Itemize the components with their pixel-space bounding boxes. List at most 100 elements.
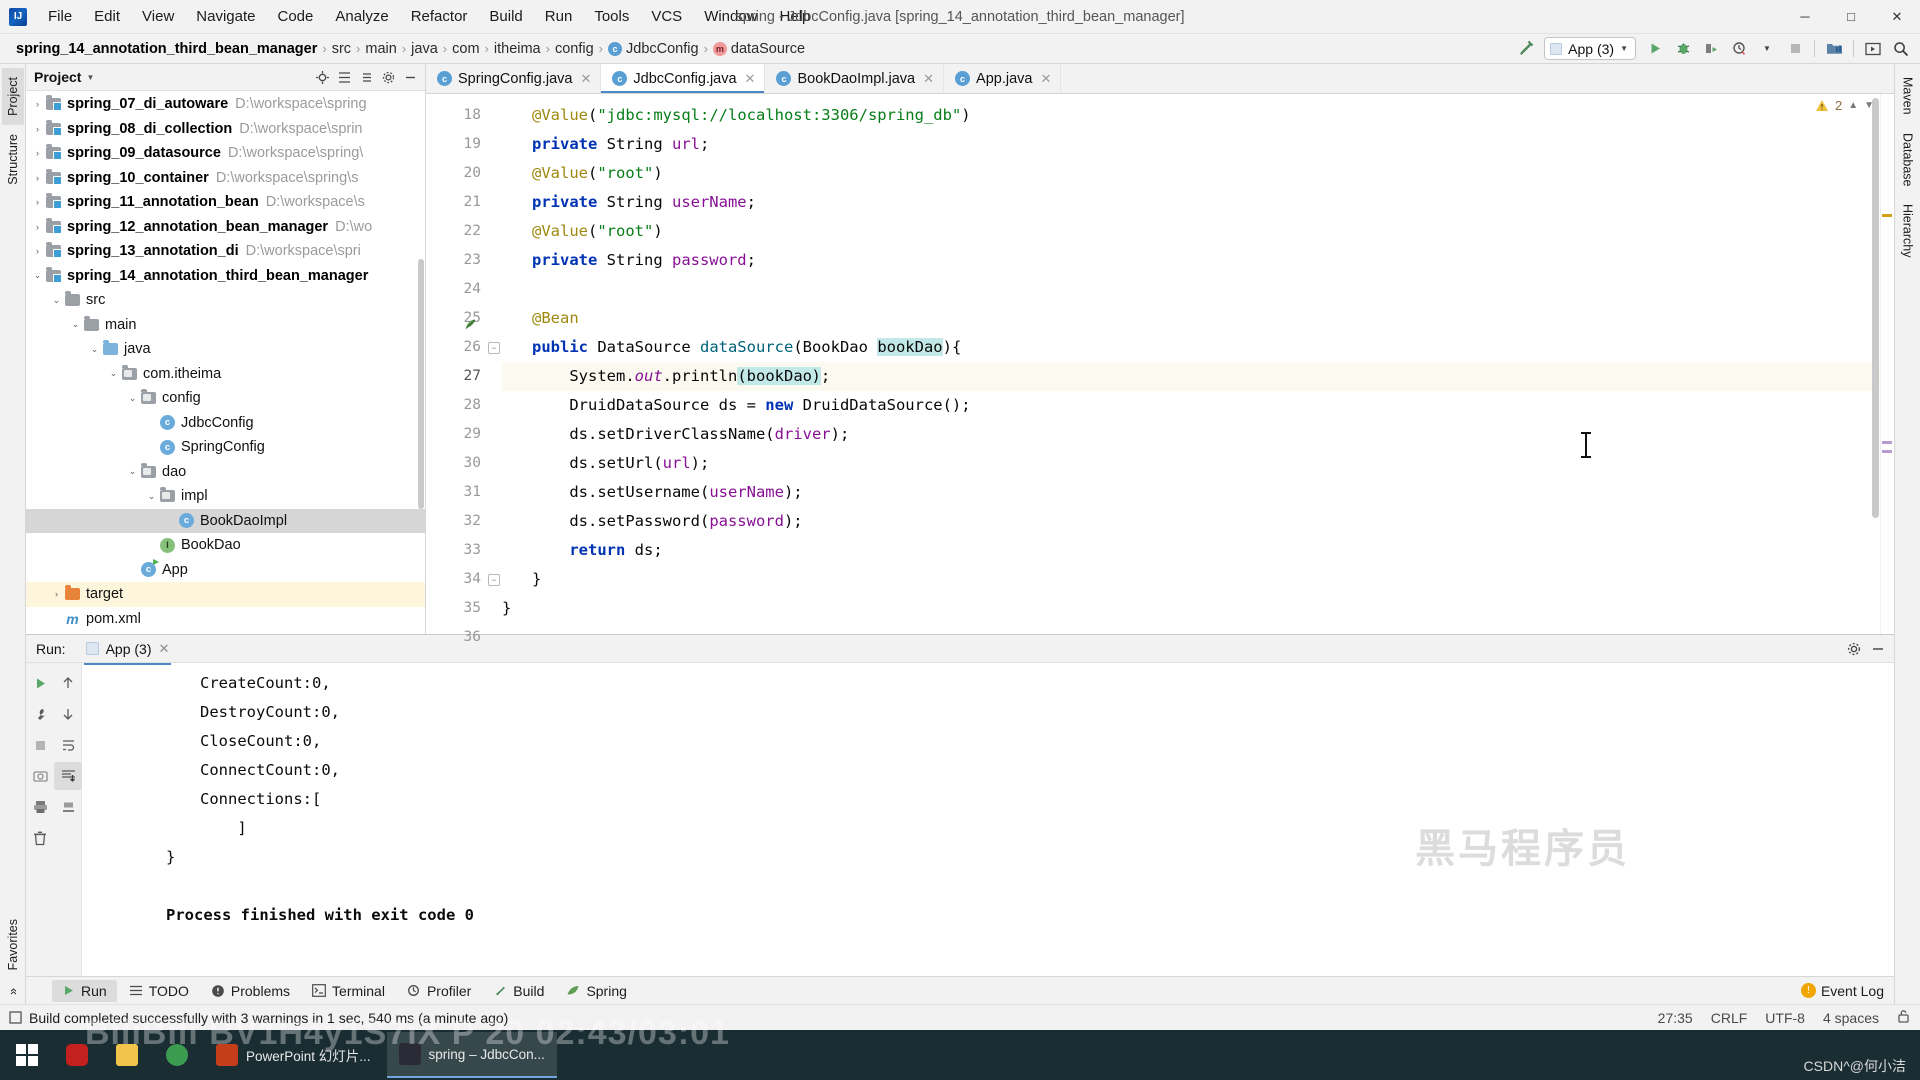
line-number-20[interactable]: 20 xyxy=(426,159,488,188)
chevron-down-icon[interactable]: ⌄ xyxy=(30,270,45,281)
hide-panel-icon[interactable] xyxy=(400,67,421,88)
line-number-29[interactable]: 29 xyxy=(426,420,488,449)
bottom-tool-spring[interactable]: Spring xyxy=(556,980,636,1002)
code-line-21[interactable]: private String userName; xyxy=(502,188,1880,217)
console-output[interactable]: CreateCount:0, DestroyCount:0, CloseCount:… xyxy=(82,663,1894,976)
stop-button[interactable] xyxy=(1782,37,1808,61)
close-icon[interactable]: ✕ xyxy=(1040,71,1051,87)
sidebar-tab-project[interactable]: Project xyxy=(1,68,24,125)
code-line-34[interactable]: } xyxy=(502,565,1880,594)
run-button[interactable] xyxy=(1642,37,1668,61)
line-number-34[interactable]: 34 xyxy=(426,565,488,594)
chevron-up-icon[interactable]: ▲ xyxy=(1848,100,1858,111)
tree-node-pom-xml[interactable]: m pom.xml xyxy=(26,607,425,632)
chevron-right-icon[interactable]: › xyxy=(30,173,45,183)
close-icon[interactable]: ✕ xyxy=(923,71,934,87)
profile-button[interactable] xyxy=(1726,37,1752,61)
chevron-right-icon[interactable]: › xyxy=(49,589,64,599)
taskbar-item-explorer[interactable] xyxy=(104,1032,150,1078)
minimize-button[interactable]: ─ xyxy=(1782,0,1828,34)
line-number-25[interactable]: 25 xyxy=(426,304,488,333)
menu-run[interactable]: Run xyxy=(534,5,584,28)
chevron-down-icon[interactable]: ⌄ xyxy=(68,319,83,330)
line-number-26[interactable]: 26 xyxy=(426,333,488,362)
line-number-22[interactable]: 22 xyxy=(426,217,488,246)
project-tree-scrollbar[interactable] xyxy=(418,259,424,509)
marker-usage[interactable] xyxy=(1882,441,1892,444)
tree-node-main[interactable]: ⌄ main xyxy=(26,313,425,338)
scroll-to-end-button[interactable] xyxy=(54,762,82,790)
debug-button[interactable] xyxy=(1670,37,1696,61)
bean-gutter-icon[interactable] xyxy=(464,312,477,329)
taskbar-item-powerpoint[interactable]: PowerPoint 幻灯片... xyxy=(204,1032,383,1078)
delete-button[interactable] xyxy=(26,824,54,852)
line-number-21[interactable]: 21 xyxy=(426,188,488,217)
collapse-all-icon[interactable] xyxy=(334,67,355,88)
chevron-down-icon[interactable]: ⌄ xyxy=(106,368,121,379)
breadcrumb-item-config[interactable]: config xyxy=(555,41,594,57)
breadcrumb-item-src[interactable]: src xyxy=(332,41,351,57)
chevron-down-icon[interactable]: ▼ xyxy=(86,73,94,82)
project-structure-icon[interactable] xyxy=(1821,37,1847,61)
scroll-up-button[interactable] xyxy=(54,669,82,697)
line-number-23[interactable]: 23 xyxy=(426,246,488,275)
menu-edit[interactable]: Edit xyxy=(83,5,131,28)
code-fold-toggle-34[interactable]: − xyxy=(488,574,500,586)
code-line-20[interactable]: @Value("root") xyxy=(502,159,1880,188)
event-log-button[interactable]: ! Event Log xyxy=(1800,983,1884,999)
editor-tab-bookdaoimpl-java[interactable]: c BookDaoImpl.java ✕ xyxy=(765,64,945,93)
bottom-tool-todo[interactable]: TODO xyxy=(119,980,199,1002)
chevron-down-icon[interactable]: ⌄ xyxy=(144,491,159,502)
tree-node-config[interactable]: ⌄ config xyxy=(26,386,425,411)
close-icon[interactable]: ✕ xyxy=(159,641,170,657)
layout-icon[interactable] xyxy=(1860,37,1886,61)
editor-markers-strip[interactable] xyxy=(1880,94,1894,634)
gutter-fold-column[interactable]: − − xyxy=(488,94,502,634)
menu-view[interactable]: View xyxy=(131,5,185,28)
minimize-panel-icon[interactable] xyxy=(1867,638,1888,659)
breadcrumb-item-spring-14-annotation-third-bean-manager[interactable]: spring_14_annotation_third_bean_manager xyxy=(16,41,317,57)
code-line-29[interactable]: ds.setDriverClassName(driver); xyxy=(502,420,1880,449)
marker-warning[interactable] xyxy=(1882,214,1892,217)
line-number-30[interactable]: 30 xyxy=(426,449,488,478)
line-number-18[interactable]: 18 xyxy=(426,101,488,130)
taskbar-item-wechat[interactable] xyxy=(54,1032,100,1078)
scroll-down-button[interactable] xyxy=(54,700,82,728)
editor-tab-jdbcconfig-java[interactable]: c JdbcConfig.java ✕ xyxy=(601,64,766,93)
line-number-24[interactable]: 24 xyxy=(426,275,488,304)
sidebar-tab-database[interactable]: Database xyxy=(1897,124,1919,196)
tree-node-bookdao[interactable]: I BookDao xyxy=(26,533,425,558)
tree-node-springconfig[interactable]: c SpringConfig xyxy=(26,435,425,460)
chevron-right-icon[interactable]: › xyxy=(30,222,45,232)
sidebar-tab-favorites[interactable]: Favorites xyxy=(2,910,24,979)
taskbar-item-intellij[interactable]: spring – JdbcCon... xyxy=(386,1032,557,1078)
run-configuration-selector[interactable]: App (3) ▼ xyxy=(1544,37,1636,60)
chevron-right-icon[interactable]: › xyxy=(30,246,45,256)
bottom-tool-terminal[interactable]: Terminal xyxy=(302,980,395,1002)
sidebar-expand-icon[interactable]: » xyxy=(2,979,24,1004)
code-line-33[interactable]: return ds; xyxy=(502,536,1880,565)
menu-vcs[interactable]: VCS xyxy=(640,5,693,28)
tree-node-target[interactable]: › target xyxy=(26,582,425,607)
locate-icon[interactable] xyxy=(312,67,333,88)
project-tree[interactable]: › spring_07_di_autoware D:\workspace\sprin… xyxy=(26,91,425,634)
line-number-28[interactable]: 28 xyxy=(426,391,488,420)
menu-analyze[interactable]: Analyze xyxy=(324,5,399,28)
tree-node-dao[interactable]: ⌄ dao xyxy=(26,460,425,485)
close-icon[interactable]: ✕ xyxy=(580,71,591,87)
code-line-36[interactable] xyxy=(502,623,1880,634)
tree-node-app[interactable]: c App xyxy=(26,558,425,583)
build-hammer-icon[interactable] xyxy=(1512,37,1538,61)
bottom-tool-run[interactable]: Run xyxy=(52,979,117,1002)
soft-wrap-button[interactable] xyxy=(54,731,82,759)
file-encoding[interactable]: UTF-8 xyxy=(1765,1010,1805,1026)
settings-gear-icon[interactable] xyxy=(378,67,399,88)
line-number-31[interactable]: 31 xyxy=(426,478,488,507)
stop-button[interactable] xyxy=(26,731,54,759)
chevron-down-icon[interactable]: ⌄ xyxy=(125,466,140,477)
tree-node-bookdaoimpl[interactable]: c BookDaoImpl xyxy=(26,508,425,533)
code-line-26[interactable]: public DataSource dataSource(BookDao boo… xyxy=(502,333,1880,362)
code-line-35[interactable]: } xyxy=(502,594,1880,623)
line-number-36[interactable]: 36 xyxy=(426,623,488,652)
expand-icon[interactable] xyxy=(356,67,377,88)
